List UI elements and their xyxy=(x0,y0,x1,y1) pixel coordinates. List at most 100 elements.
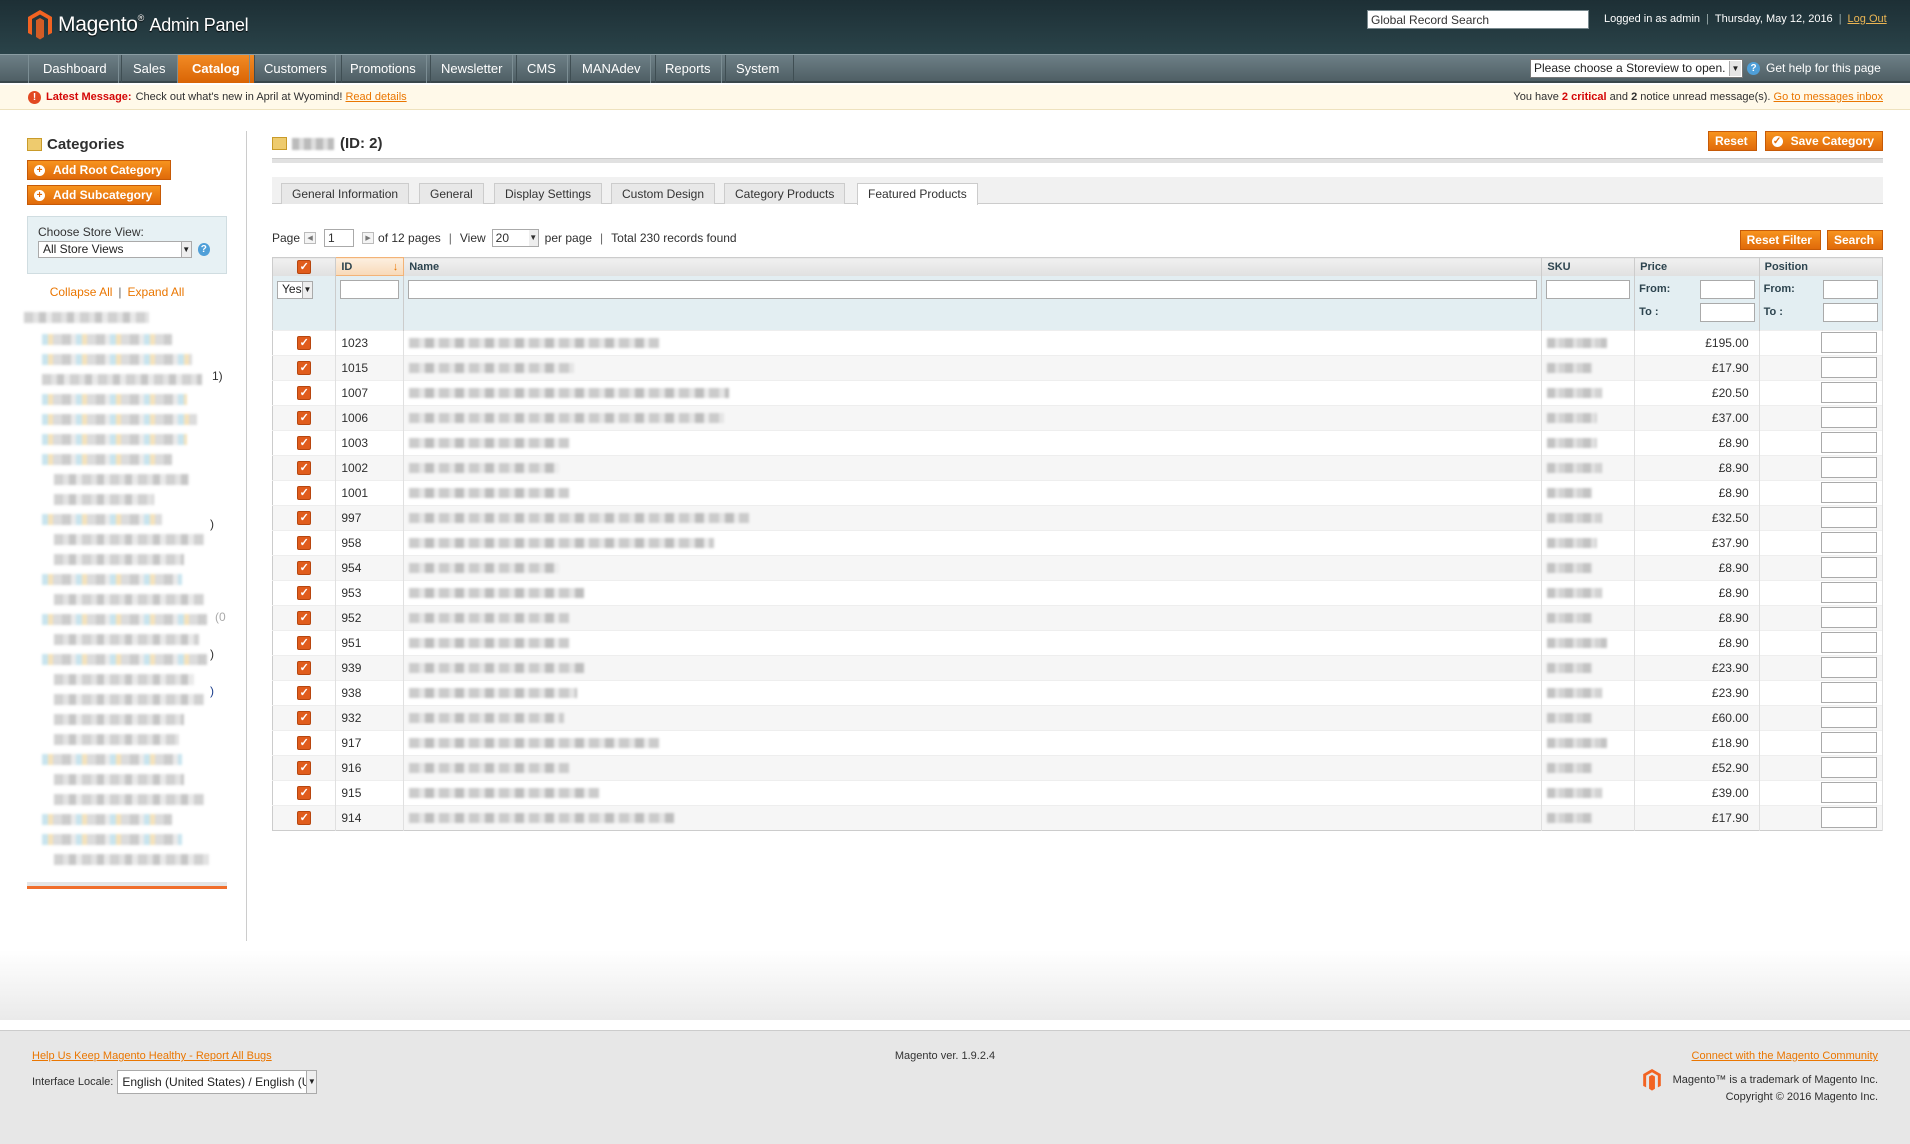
community-link[interactable]: Connect with the Magento Community xyxy=(1692,1050,1878,1062)
tree-node[interactable] xyxy=(54,494,154,505)
position-input[interactable] xyxy=(1821,732,1877,753)
nav-promotions[interactable]: Promotions xyxy=(335,55,431,83)
tree-node[interactable] xyxy=(42,374,202,385)
position-input[interactable] xyxy=(1821,407,1877,428)
position-input[interactable] xyxy=(1821,682,1877,703)
row-checkbox[interactable]: ✓ xyxy=(297,336,312,350)
tree-node[interactable] xyxy=(54,474,189,485)
table-row[interactable]: ✓ 1002 £8.90 xyxy=(272,454,1884,480)
tree-node[interactable] xyxy=(54,694,204,705)
magento-logo[interactable]: Magento® Admin Panel xyxy=(28,10,249,40)
row-checkbox[interactable]: ✓ xyxy=(297,486,312,500)
row-checkbox[interactable]: ✓ xyxy=(297,436,312,450)
tree-node[interactable] xyxy=(54,734,179,745)
tree-node[interactable] xyxy=(42,614,207,625)
nav-newsletter[interactable]: Newsletter xyxy=(426,55,518,83)
tree-node[interactable] xyxy=(42,754,182,765)
row-checkbox[interactable]: ✓ xyxy=(297,711,312,725)
tree-node[interactable] xyxy=(42,834,182,845)
nav-cms[interactable]: CMS xyxy=(512,55,571,83)
tab-general[interactable]: General xyxy=(419,183,484,204)
price-column-header[interactable]: Price xyxy=(1634,257,1760,276)
name-column-header[interactable]: Name xyxy=(403,257,1543,276)
position-input[interactable] xyxy=(1821,582,1877,603)
sku-column-header[interactable]: SKU xyxy=(1541,257,1636,276)
tree-node[interactable] xyxy=(42,334,172,345)
row-checkbox[interactable]: ✓ xyxy=(297,386,312,400)
position-input[interactable] xyxy=(1821,707,1877,728)
nav-customers[interactable]: Customers xyxy=(249,55,342,83)
tab-general-information[interactable]: General Information xyxy=(281,183,410,204)
select-all-checkbox[interactable]: ✓ xyxy=(297,259,312,274)
position-input[interactable] xyxy=(1821,632,1877,653)
tree-node[interactable] xyxy=(42,434,187,445)
row-checkbox[interactable]: ✓ xyxy=(297,761,312,775)
expand-all-link[interactable]: Expand All xyxy=(128,285,185,299)
table-row[interactable]: ✓ 1023 £195.00 xyxy=(272,329,1884,355)
position-from-input[interactable] xyxy=(1823,279,1878,299)
collapse-all-link[interactable]: Collapse All xyxy=(50,285,113,299)
tree-node[interactable] xyxy=(54,854,209,865)
tab-custom-design[interactable]: Custom Design xyxy=(611,183,716,204)
row-checkbox[interactable]: ✓ xyxy=(297,561,312,575)
tree-node[interactable] xyxy=(54,594,204,605)
table-row[interactable]: ✓ 932 £60.00 xyxy=(272,704,1884,730)
position-input[interactable] xyxy=(1821,507,1877,528)
tree-node[interactable] xyxy=(42,454,172,465)
table-row[interactable]: ✓ 1003 £8.90 xyxy=(272,429,1884,455)
table-row[interactable]: ✓ 954 £8.90 xyxy=(272,554,1884,580)
nav-sales[interactable]: Sales xyxy=(118,55,181,83)
position-input[interactable] xyxy=(1821,357,1877,378)
nav-system[interactable]: System xyxy=(721,55,795,83)
store-view-select[interactable]: All Store Views ▼ xyxy=(38,241,192,258)
position-input[interactable] xyxy=(1821,532,1877,553)
row-checkbox[interactable]: ✓ xyxy=(297,511,312,525)
tab-category-products[interactable]: Category Products xyxy=(724,183,846,204)
messages-inbox-link[interactable]: Go to messages inbox xyxy=(1774,91,1883,103)
store-view-help-icon[interactable]: ? xyxy=(197,243,210,256)
tree-node[interactable] xyxy=(42,414,197,425)
table-row[interactable]: ✓ 939 £23.90 xyxy=(272,654,1884,680)
position-input[interactable] xyxy=(1821,482,1877,503)
logout-link[interactable]: Log Out xyxy=(1848,13,1887,25)
row-checkbox[interactable]: ✓ xyxy=(297,586,312,600)
table-row[interactable]: ✓ 917 £18.90 xyxy=(272,729,1884,755)
table-row[interactable]: ✓ 951 £8.90 xyxy=(272,629,1884,655)
table-row[interactable]: ✓ 916 £52.90 xyxy=(272,754,1884,780)
global-search-input[interactable] xyxy=(1367,10,1589,29)
position-input[interactable] xyxy=(1821,557,1877,578)
id-column-header[interactable]: ID ↓ xyxy=(335,257,405,276)
name-filter-input[interactable] xyxy=(408,279,1538,299)
tree-node[interactable] xyxy=(54,794,204,805)
table-row[interactable]: ✓ 938 £23.90 xyxy=(272,679,1884,705)
table-row[interactable]: ✓ 914 £17.90 xyxy=(272,804,1884,830)
nav-catalog[interactable]: Catalog xyxy=(177,55,255,83)
row-checkbox[interactable]: ✓ xyxy=(297,661,312,675)
row-checkbox[interactable]: ✓ xyxy=(297,736,312,750)
tree-node[interactable] xyxy=(42,574,182,585)
tree-node[interactable] xyxy=(42,654,207,665)
tab-featured-products[interactable]: Featured Products xyxy=(857,183,978,205)
table-row[interactable]: ✓ 997 £32.50 xyxy=(272,504,1884,530)
row-checkbox[interactable]: ✓ xyxy=(297,811,312,825)
save-category-button[interactable]: ✓ Save Category xyxy=(1764,131,1883,151)
tree-node[interactable] xyxy=(42,354,192,365)
table-row[interactable]: ✓ 1006 £37.00 xyxy=(272,404,1884,430)
position-input[interactable] xyxy=(1821,757,1877,778)
table-row[interactable]: ✓ 952 £8.90 xyxy=(272,604,1884,630)
reset-button[interactable]: Reset xyxy=(1707,131,1757,151)
position-input[interactable] xyxy=(1821,457,1877,478)
tab-display-settings[interactable]: Display Settings xyxy=(494,183,603,204)
tree-node[interactable] xyxy=(24,312,149,323)
reset-filter-button[interactable]: Reset Filter xyxy=(1739,230,1821,250)
position-column-header[interactable]: Position xyxy=(1759,257,1884,276)
row-checkbox[interactable]: ✓ xyxy=(297,536,312,550)
price-to-input[interactable] xyxy=(1699,302,1755,322)
add-root-category-button[interactable]: + Add Root Category xyxy=(27,160,172,180)
interface-locale-select[interactable]: English (United States) / English (U ▼ xyxy=(117,1070,318,1094)
table-row[interactable]: ✓ 1015 £17.90 xyxy=(272,354,1884,380)
tree-node[interactable] xyxy=(42,514,162,525)
page-input[interactable]: 1 xyxy=(324,229,355,247)
position-input[interactable] xyxy=(1821,332,1877,353)
position-input[interactable] xyxy=(1821,382,1877,403)
